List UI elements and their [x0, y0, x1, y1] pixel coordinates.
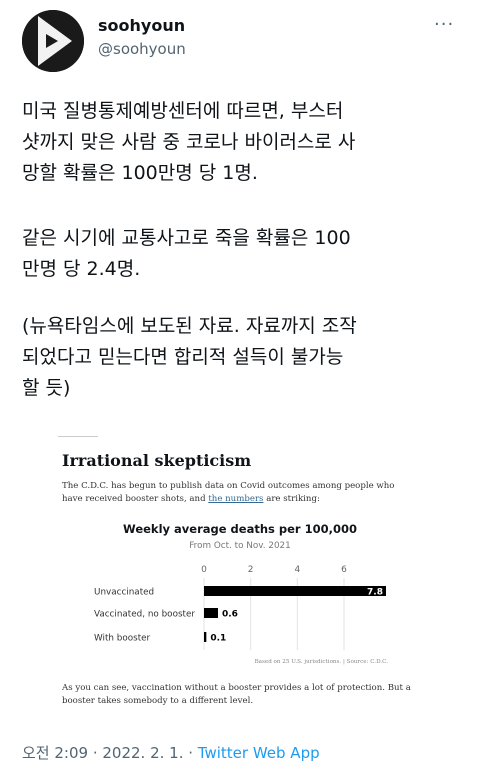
bar — [204, 586, 386, 596]
x-tick-label: 6 — [341, 565, 347, 575]
value-label: 0.1 — [210, 634, 226, 644]
bar-chart: 0 2 4 6 Unvaccinated 7.8 Vaccinated, no booste… — [94, 565, 389, 665]
tweet-meta: 오전 2:09 · 2022. 2. 1. · Twitter Web App — [22, 742, 320, 763]
article-note: As you can see, vaccination without a bo… — [62, 683, 411, 706]
x-tick-label: 2 — [248, 565, 254, 575]
bar — [204, 608, 218, 618]
chart-source: Based on 25 U.S. jurisdictions. | Source… — [255, 659, 389, 665]
x-tick-label: 4 — [294, 565, 300, 575]
x-tick-label: 0 — [201, 565, 207, 575]
category-label: With booster — [94, 634, 151, 644]
value-label: 0.6 — [222, 610, 238, 620]
bar — [204, 632, 207, 642]
tweet-date[interactable]: 2022. 2. 1. — [102, 744, 183, 762]
meta-separator: · — [183, 744, 198, 762]
source-app-link[interactable]: Twitter Web App — [198, 744, 320, 762]
category-label: Vaccinated, no booster — [94, 610, 195, 620]
tweet-time[interactable]: 오전 2:09 — [22, 744, 88, 762]
category-label: Unvaccinated — [94, 588, 154, 598]
value-label: 7.8 — [367, 588, 383, 598]
meta-separator: · — [88, 744, 103, 762]
